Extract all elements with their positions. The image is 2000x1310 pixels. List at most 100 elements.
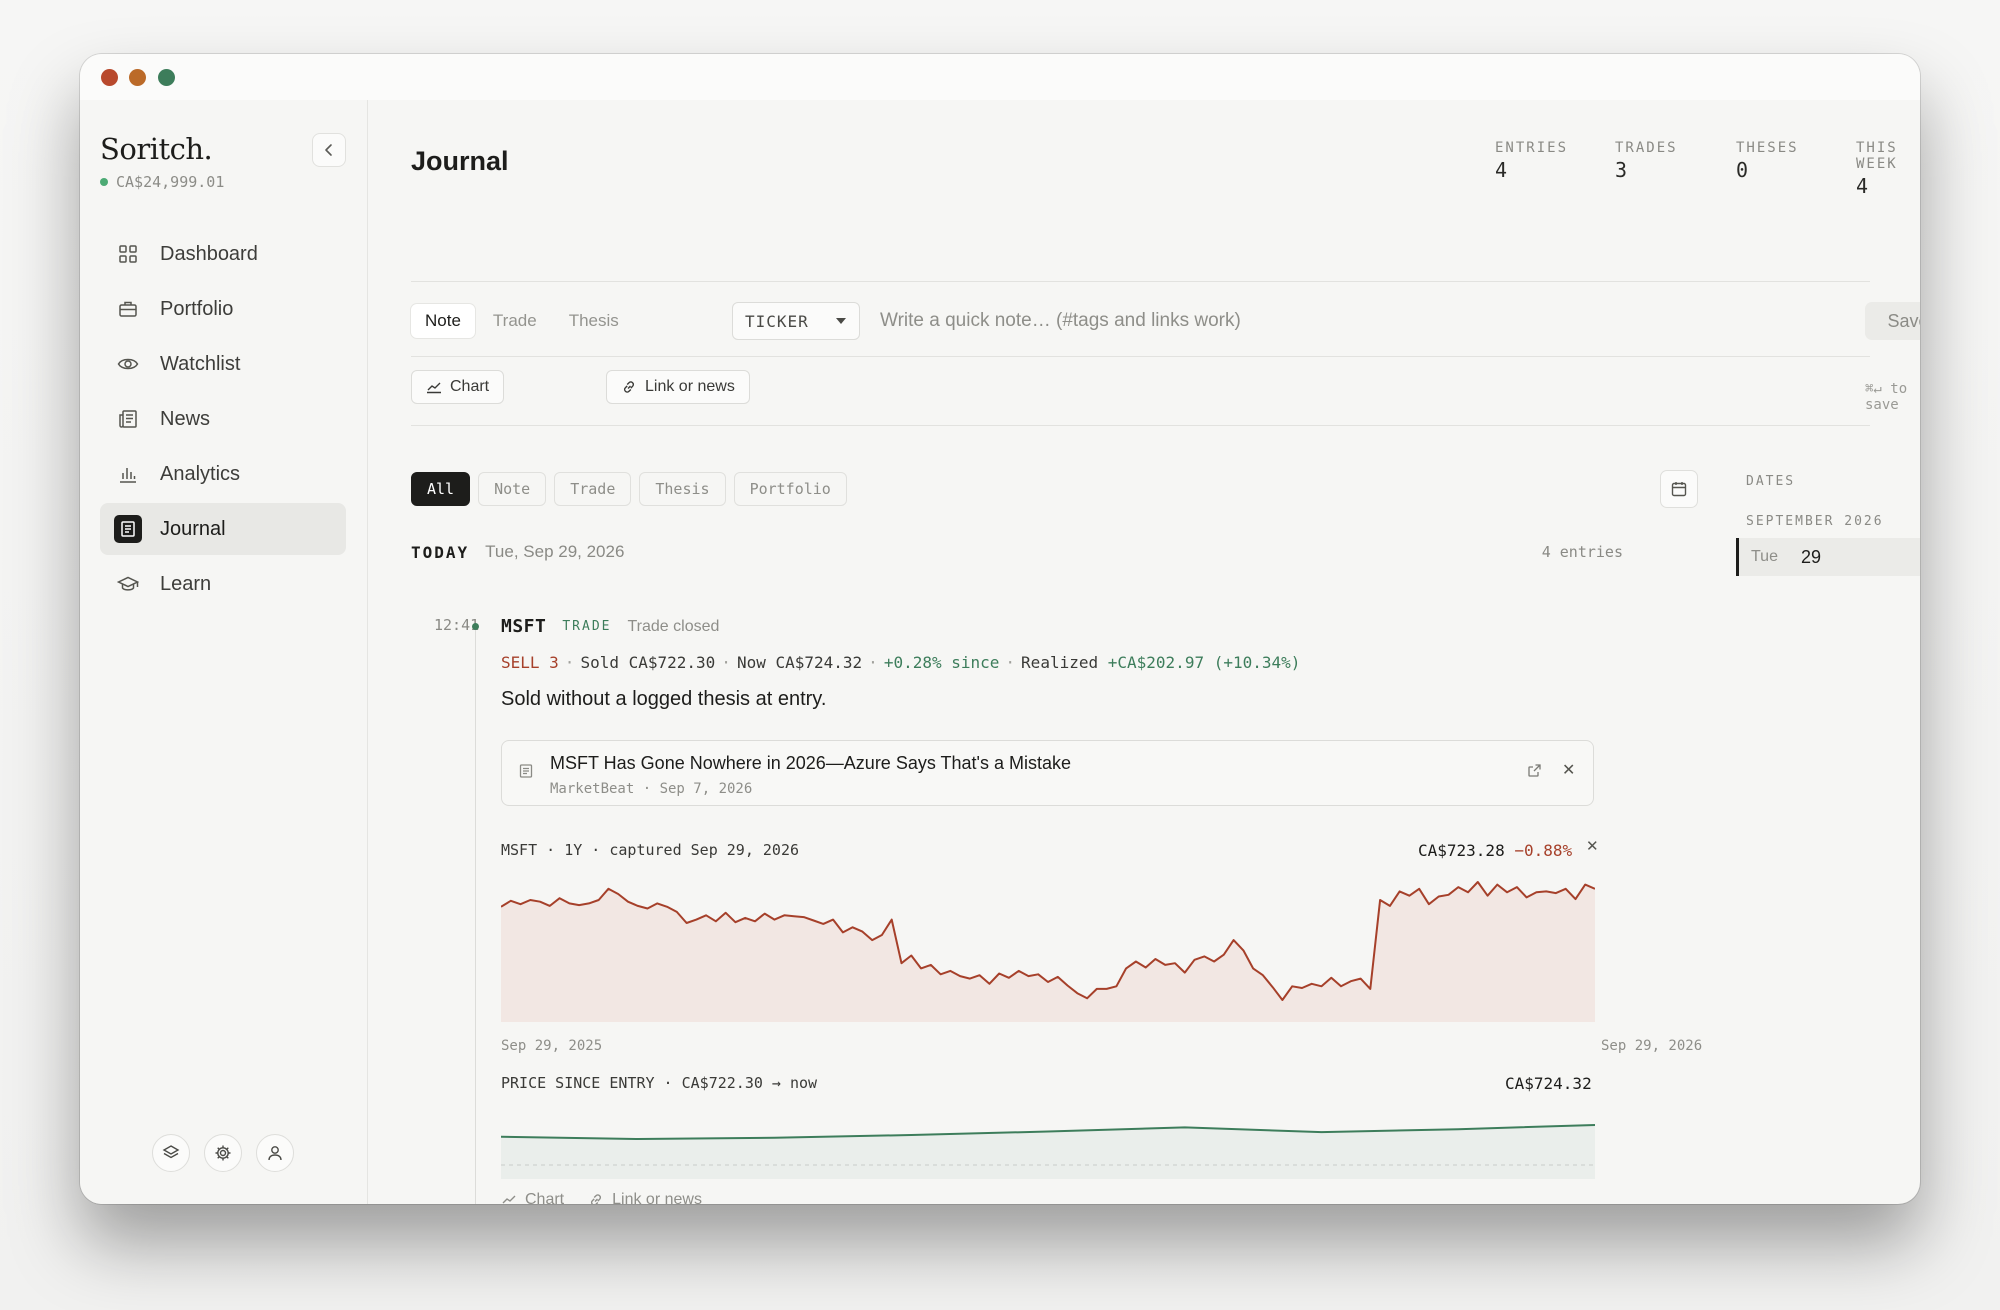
external-link-icon[interactable] <box>1527 763 1542 783</box>
filter-thesis[interactable]: Thesis <box>639 472 726 506</box>
close-window-button[interactable] <box>101 69 118 86</box>
entry-link-action[interactable]: Link or news <box>588 1191 702 1204</box>
grid-icon <box>116 242 140 266</box>
date-row[interactable]: Tue 29 4 <box>1736 538 1920 576</box>
save-button[interactable]: Save <box>1865 302 1920 340</box>
remove-chart-icon[interactable]: ✕ <box>1586 837 1599 855</box>
collapse-sidebar-button[interactable] <box>312 133 346 167</box>
entry-header: MSFT TRADE Trade closed <box>501 616 719 637</box>
stat-theses: THESES 0 <box>1736 140 1799 182</box>
line-chart-icon <box>502 1195 516 1204</box>
sidebar-nav: Dashboard Portfolio Watchlist News Analy… <box>100 228 346 613</box>
ticker-select-value: TICKER <box>745 311 809 331</box>
briefcase-icon <box>116 297 140 321</box>
chevron-left-icon <box>325 144 332 156</box>
filter-note[interactable]: Note <box>478 472 547 506</box>
graduation-cap-icon <box>116 572 140 596</box>
sidebar-item-label: News <box>160 407 211 430</box>
stat-label: TRADES <box>1615 140 1678 156</box>
calendar-icon <box>1671 482 1687 497</box>
sidebar-item-label: Analytics <box>160 462 241 485</box>
day-date: Tue, Sep 29, 2026 <box>485 542 625 561</box>
composer-tabs: Note Trade Thesis <box>411 304 633 338</box>
entry-filters: All Note Trade Thesis Portfolio <box>411 472 847 506</box>
entry-ticker[interactable]: MSFT <box>501 616 546 637</box>
sidebar-item-news[interactable]: News <box>100 393 346 445</box>
eye-icon <box>116 352 140 376</box>
timeline-line <box>475 628 476 1204</box>
minimize-window-button[interactable] <box>129 69 146 86</box>
line-chart-icon <box>427 382 441 394</box>
app-window: Soritch. CA$24,999.01 Dashboard Portfoli… <box>80 54 1920 1204</box>
chart-axis-start: Sep 29, 2025 <box>501 1038 603 1054</box>
trade-realized-label: Realized <box>1021 653 1099 672</box>
sidebar-item-portfolio[interactable]: Portfolio <box>100 283 346 335</box>
news-title[interactable]: MSFT Has Gone Nowhere in 2026—Azure Says… <box>550 753 1071 774</box>
main-content: Journal ENTRIES 4 TRADES 3 THESES 0 THIS… <box>368 100 1920 1204</box>
composer-tab-trade[interactable]: Trade <box>479 304 551 338</box>
title-bar <box>80 54 1920 100</box>
link-icon <box>623 381 635 393</box>
live-status-dot <box>100 178 108 186</box>
entry-chart-action[interactable]: Chart <box>501 1191 564 1204</box>
attach-link-button[interactable]: Link or news <box>606 370 750 404</box>
chart-price-value: CA$723.28 <box>1418 841 1505 860</box>
calendar-button[interactable] <box>1660 470 1698 508</box>
composer-tab-thesis[interactable]: Thesis <box>555 304 633 338</box>
date-row-day: 29 <box>1801 546 1822 567</box>
sidebar-item-dashboard[interactable]: Dashboard <box>100 228 346 280</box>
sidebar-item-watchlist[interactable]: Watchlist <box>100 338 346 390</box>
stat-value: 4 <box>1856 174 1869 198</box>
stat-entries: ENTRIES 4 <box>1495 140 1568 182</box>
settings-button[interactable] <box>204 1134 242 1172</box>
entry-dot <box>472 623 479 630</box>
sidebar-item-learn[interactable]: Learn <box>100 558 346 610</box>
since-entry-caption: PRICE SINCE ENTRY · CA$722.30 → now <box>501 1074 818 1092</box>
stat-value: 4 <box>1495 158 1508 182</box>
profile-button[interactable] <box>256 1134 294 1172</box>
user-icon <box>268 1146 282 1161</box>
trade-sold: Sold CA$722.30 <box>580 653 716 672</box>
newspaper-icon <box>116 407 140 431</box>
trade-realized: +CA$202.97 (+10.34%) <box>1107 653 1301 672</box>
balance-value: CA$24,999.01 <box>116 173 225 191</box>
filter-portfolio[interactable]: Portfolio <box>733 472 847 506</box>
composer-tab-note[interactable]: Note <box>411 304 475 338</box>
trade-action: SELL 3 <box>501 653 559 672</box>
attach-chart-button[interactable]: Chart <box>411 370 505 404</box>
filter-all[interactable]: All <box>411 472 471 506</box>
stat-label: THESES <box>1736 140 1799 156</box>
journal-icon <box>114 515 142 543</box>
zoom-window-button[interactable] <box>158 69 175 86</box>
news-card[interactable]: MSFT Has Gone Nowhere in 2026—Azure Says… <box>501 740 1594 806</box>
date-row-weekday: Tue <box>1751 548 1778 565</box>
quick-note-input[interactable] <box>880 304 1640 338</box>
save-shortcut-hint: ⌘↵ to save <box>1865 381 1908 413</box>
filter-trade[interactable]: Trade <box>554 472 632 506</box>
chart-price: CA$723.28 −0.88% <box>1418 841 1572 860</box>
ticker-select[interactable]: TICKER <box>732 302 860 340</box>
attach-link-label: Link or news <box>645 378 735 395</box>
sidebar: Soritch. CA$24,999.01 Dashboard Portfoli… <box>80 100 368 1204</box>
sidebar-item-analytics[interactable]: Analytics <box>100 448 346 500</box>
composer-bottom-divider <box>411 425 1870 426</box>
remove-news-icon[interactable]: ✕ <box>1562 760 1575 780</box>
news-meta: MarketBeat · Sep 7, 2026 <box>550 781 753 797</box>
entry-type-badge: TRADE <box>562 619 612 634</box>
day-header: TODAY Tue, Sep 29, 2026 4 entries <box>411 542 1623 562</box>
page-title: Journal <box>411 146 509 176</box>
composer-divider <box>411 356 1870 357</box>
layers-button[interactable] <box>152 1134 190 1172</box>
dates-month: SEPTEMBER 2026 <box>1746 514 1884 529</box>
entry-link-action-label: Link or news <box>612 1191 702 1204</box>
stat-value: 0 <box>1736 158 1749 182</box>
attach-chart-label: Chart <box>450 378 490 395</box>
chart-price-change: −0.88% <box>1514 841 1573 860</box>
stat-trades: TRADES 3 <box>1615 140 1678 182</box>
trade-summary: SELL 3 · Sold CA$722.30 · Now CA$724.32 · +0.2… <box>501 653 1301 672</box>
since-entry-area <box>501 1125 1595 1179</box>
account-balance: CA$24,999.01 <box>100 173 224 191</box>
stat-value: 3 <box>1615 158 1628 182</box>
sidebar-item-journal[interactable]: Journal <box>100 503 346 555</box>
sidebar-item-label: Watchlist <box>160 352 241 375</box>
